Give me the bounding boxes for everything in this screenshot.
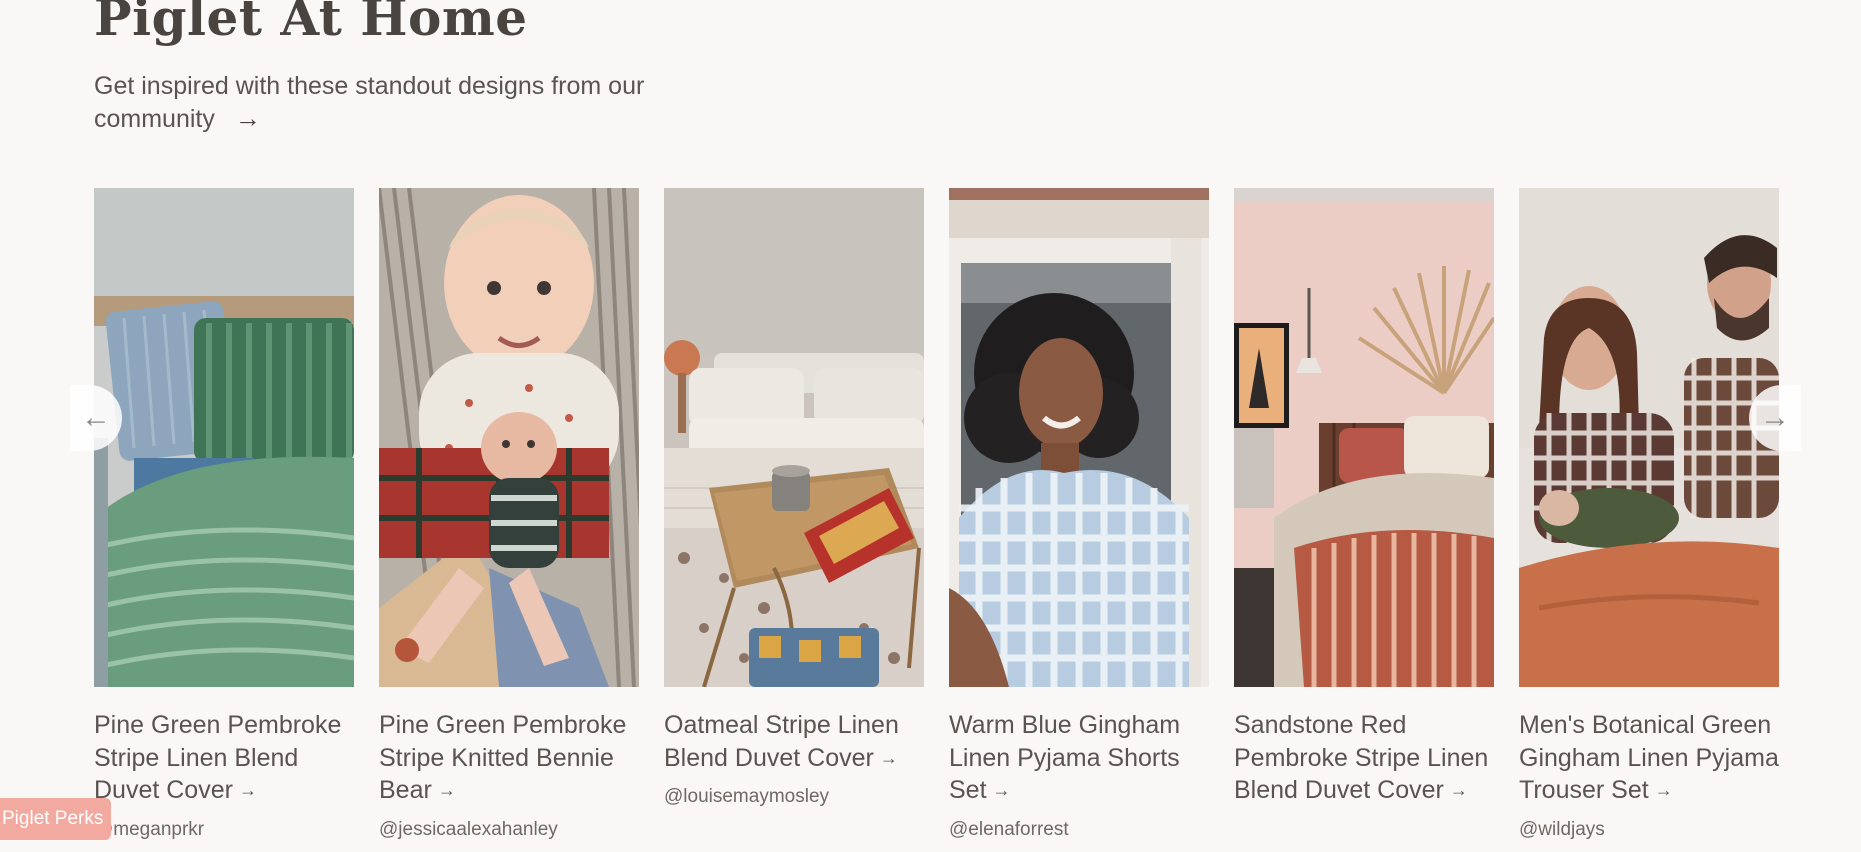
- card-handle[interactable]: @elenaforrest: [949, 818, 1209, 842]
- card-image-sandstone-red-bedroom[interactable]: [1234, 188, 1494, 687]
- arrow-right-icon: →: [1760, 401, 1790, 434]
- carousel-card[interactable]: Pine Green Pembroke Stripe Linen Blend D…: [94, 188, 354, 842]
- arrow-right-icon: →: [1654, 780, 1673, 800]
- card-handle[interactable]: @wildjays: [1519, 818, 1779, 842]
- card-title-text[interactable]: Warm Blue Gingham Linen Pyjama Shorts Se…: [949, 711, 1180, 804]
- card-handle[interactable]: @meganprkr: [94, 818, 354, 842]
- card-handle[interactable]: @louisemaymosley: [664, 785, 924, 809]
- section-subtitle-text: Get inspired with these standout designs…: [94, 72, 645, 133]
- carousel-card[interactable]: Pine Green Pembroke Stripe Knitted Benni…: [379, 188, 639, 842]
- card-title-text[interactable]: Men's Botanical Green Gingham Linen Pyja…: [1519, 711, 1779, 804]
- carousel-card[interactable]: Oatmeal Stripe Linen Blend Duvet Cover → …: [664, 188, 924, 809]
- card-title-text[interactable]: Pine Green Pembroke Stripe Linen Blend D…: [94, 711, 341, 804]
- arrow-right-icon: →: [1449, 780, 1468, 800]
- arrow-right-icon: →: [437, 780, 456, 800]
- arrow-right-icon: →: [238, 780, 257, 800]
- arrow-right-icon: →: [879, 747, 898, 768]
- card-image-oatmeal-bedding[interactable]: [664, 188, 924, 687]
- card-image-green-stripe-bedding[interactable]: [94, 188, 354, 687]
- card-title[interactable]: Oatmeal Stripe Linen Blend Duvet Cover →: [664, 709, 924, 774]
- carousel-card[interactable]: Men's Botanical Green Gingham Linen Pyja…: [1519, 188, 1779, 842]
- card-handle[interactable]: @jessicaalexahanley: [379, 818, 639, 842]
- card-image-family-gingham-pyjamas[interactable]: [1519, 188, 1779, 687]
- card-image-baby-with-bear[interactable]: [379, 188, 639, 687]
- card-title-text[interactable]: Pine Green Pembroke Stripe Knitted Benni…: [379, 711, 626, 804]
- page: Piglet At Home Get inspired with these s…: [0, 0, 1861, 852]
- arrow-left-icon: ←: [81, 401, 111, 434]
- card-title[interactable]: Warm Blue Gingham Linen Pyjama Shorts Se…: [949, 709, 1209, 807]
- carousel-card[interactable]: Warm Blue Gingham Linen Pyjama Shorts Se…: [949, 188, 1209, 842]
- card-title[interactable]: Sandstone Red Pembroke Stripe Linen Blen…: [1234, 709, 1494, 807]
- carousel-track: Pine Green Pembroke Stripe Linen Blend D…: [94, 188, 1780, 852]
- card-image-blue-gingham-pyjamas[interactable]: [949, 188, 1209, 687]
- card-title-text[interactable]: Oatmeal Stripe Linen Blend Duvet Cover: [664, 711, 899, 772]
- subtitle-arrow-icon[interactable]: →: [235, 102, 261, 134]
- carousel-card[interactable]: Sandstone Red Pembroke Stripe Linen Blen…: [1234, 188, 1494, 818]
- piglet-perks-button[interactable]: Piglet Perks: [0, 798, 112, 840]
- card-title[interactable]: Pine Green Pembroke Stripe Linen Blend D…: [94, 709, 354, 807]
- section-title: Piglet At Home: [94, 0, 528, 47]
- section-subtitle: Get inspired with these standout designs…: [94, 70, 714, 135]
- arrow-right-icon: →: [992, 780, 1011, 800]
- card-title[interactable]: Pine Green Pembroke Stripe Knitted Benni…: [379, 709, 639, 807]
- card-title[interactable]: Men's Botanical Green Gingham Linen Pyja…: [1519, 709, 1779, 807]
